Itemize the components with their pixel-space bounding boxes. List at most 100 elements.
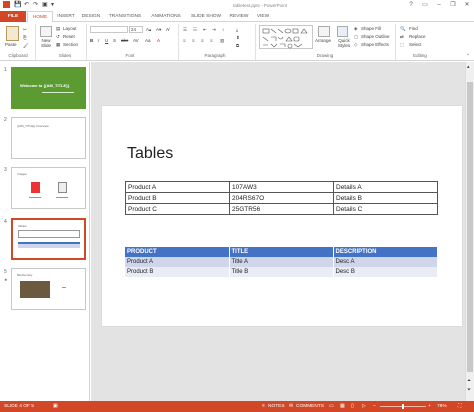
decrease-indent-icon[interactable]: ⇤ xyxy=(203,27,207,33)
thumbnail-slide-1[interactable]: Welcome to {{AM_TITLE}} xyxy=(11,67,86,109)
align-text-icon[interactable]: ⬍ xyxy=(236,35,240,41)
shadow-icon[interactable]: S xyxy=(113,38,116,44)
bullets-icon[interactable]: ☰ xyxy=(183,27,187,33)
tab-insert[interactable]: INSERT xyxy=(55,11,77,22)
replace-icon[interactable]: ⇄ xyxy=(400,34,404,40)
increase-indent-icon[interactable]: ⇥ xyxy=(212,27,216,33)
shapes-gallery[interactable] xyxy=(259,25,313,49)
underline-icon[interactable]: U xyxy=(105,38,108,44)
clear-format-icon[interactable]: A̸ xyxy=(166,27,169,33)
comments-icon[interactable]: ✉ xyxy=(289,401,293,412)
table-cell[interactable]: Product A xyxy=(125,257,230,267)
shape-effects-icon[interactable]: ◇ xyxy=(354,42,357,48)
smartart-icon[interactable]: ⧉ xyxy=(236,43,239,49)
redo-icon[interactable]: ↷ xyxy=(33,1,38,9)
zoom-level[interactable]: 78% xyxy=(437,401,447,412)
details-table[interactable]: Product A 107AW3 Details A Product B 204… xyxy=(125,181,438,215)
paste-icon[interactable] xyxy=(6,26,19,41)
quick-styles-button[interactable]: Quick Styles xyxy=(334,38,354,48)
undo-icon[interactable]: ↶ xyxy=(24,1,29,9)
normal-view-icon[interactable]: ▭ xyxy=(329,401,334,412)
format-painter-icon[interactable]: 🖌 xyxy=(23,43,29,49)
customize-qat-icon[interactable]: ▾ xyxy=(51,1,54,9)
justify-icon[interactable]: ≡ xyxy=(210,38,213,44)
numbering-icon[interactable]: ☷ xyxy=(193,27,197,33)
tab-slide-show[interactable]: SLIDE SHOW xyxy=(187,11,225,22)
reading-view-icon[interactable]: ▯ xyxy=(351,401,354,412)
ribbon-display-button[interactable]: ▭ xyxy=(418,0,432,10)
copy-icon[interactable]: ⎘ xyxy=(23,35,27,41)
minimize-button[interactable]: – xyxy=(432,0,446,10)
tab-transitions[interactable]: TRANSITIONS xyxy=(105,11,145,22)
scrollbar-thumb[interactable] xyxy=(467,82,473,372)
arrange-icon[interactable] xyxy=(318,26,330,37)
reset-button[interactable]: Reset xyxy=(63,34,75,40)
shape-outline-icon[interactable]: ▢ xyxy=(354,34,358,40)
cut-icon[interactable]: ✂ xyxy=(23,27,27,33)
tab-view[interactable]: VIEW xyxy=(253,11,273,22)
collapse-ribbon-icon[interactable]: ⌃ xyxy=(466,53,470,59)
align-left-icon[interactable]: ≡ xyxy=(183,38,186,44)
restore-button[interactable]: ❐ xyxy=(446,0,460,10)
table-header-cell[interactable]: PRODUCT xyxy=(125,247,230,257)
table-cell[interactable]: Product B xyxy=(125,192,230,204)
zoom-out-icon[interactable]: – xyxy=(373,401,376,412)
scroll-up-icon[interactable]: ▴ xyxy=(467,64,470,70)
font-name-dropdown[interactable] xyxy=(90,26,128,33)
section-button[interactable]: Section xyxy=(63,42,78,48)
notes-icon[interactable]: ≡ xyxy=(262,401,265,412)
align-center-icon[interactable]: ≡ xyxy=(192,38,195,44)
change-case-icon[interactable]: Aa xyxy=(145,38,151,44)
slide-sorter-icon[interactable]: ▦ xyxy=(340,401,345,412)
columns-icon[interactable]: ▥ xyxy=(220,38,224,44)
new-slide-icon[interactable] xyxy=(40,26,52,37)
table-cell[interactable]: 25GTR56 xyxy=(229,203,334,215)
tab-review[interactable]: REVIEW xyxy=(227,11,251,22)
table-cell[interactable]: Title B xyxy=(229,267,334,277)
comments-button[interactable]: COMMENTS xyxy=(296,401,324,412)
paste-button[interactable]: Paste xyxy=(5,42,17,48)
new-slide-button[interactable]: New Slide xyxy=(38,38,54,48)
thumbnail-slide-3[interactable]: Images xyxy=(11,167,86,209)
arrange-button[interactable]: Arrange xyxy=(315,38,331,44)
section-icon[interactable]: ▦ xyxy=(56,42,60,48)
slideshow-icon[interactable]: ▷ xyxy=(362,401,366,412)
quick-styles-icon[interactable] xyxy=(337,26,348,37)
table-cell[interactable]: Desc B xyxy=(333,267,438,277)
strikethrough-icon[interactable]: abc xyxy=(121,38,128,44)
table-cell[interactable]: Details A xyxy=(333,181,438,193)
notes-button[interactable]: NOTES xyxy=(268,401,285,412)
font-size-dropdown[interactable]: 24 xyxy=(129,26,143,33)
table-cell[interactable]: Details C xyxy=(333,203,438,215)
thumbnail-slide-4-selected[interactable]: Tables xyxy=(11,218,86,260)
close-button[interactable]: ✕ xyxy=(460,0,474,10)
table-cell[interactable]: Product C xyxy=(125,203,230,215)
font-color-icon[interactable]: A xyxy=(157,38,160,44)
next-slide-icon[interactable]: ⏷ xyxy=(467,387,471,393)
table-cell[interactable]: Title A xyxy=(229,257,334,267)
char-spacing-icon[interactable]: AV xyxy=(133,38,139,44)
table-header-cell[interactable]: TITLE xyxy=(229,247,334,257)
table-cell[interactable]: Product B xyxy=(125,267,230,277)
save-icon[interactable]: 💾 xyxy=(14,1,21,9)
align-right-icon[interactable]: ≡ xyxy=(201,38,204,44)
find-icon[interactable]: 🔍 xyxy=(400,26,406,32)
help-button[interactable]: ? xyxy=(404,0,418,10)
find-button[interactable]: Find xyxy=(409,26,418,32)
table-cell[interactable]: 107AW3 xyxy=(229,181,334,193)
increase-font-icon[interactable]: A▴ xyxy=(146,27,151,33)
select-icon[interactable]: ⬚ xyxy=(400,42,404,48)
thumbnail-slide-5[interactable]: Biodiversity xyxy=(11,268,86,310)
italic-icon[interactable]: I xyxy=(98,38,99,44)
prev-slide-icon[interactable]: ⏶ xyxy=(467,378,471,384)
replace-button[interactable]: Replace xyxy=(409,34,426,40)
table-cell[interactable]: Details B xyxy=(333,192,438,204)
shape-fill-icon[interactable]: ◈ xyxy=(354,26,357,32)
table-cell[interactable]: Desc A xyxy=(333,257,438,267)
layout-button[interactable]: Layout xyxy=(63,26,77,32)
tab-file[interactable]: FILE xyxy=(0,11,26,22)
product-table[interactable]: PRODUCT TITLE DESCRIPTION Product A Titl… xyxy=(125,247,438,277)
tab-animations[interactable]: ANIMATIONS xyxy=(147,11,185,22)
thumbnail-slide-2[interactable]: {{AM_TITLE}} Overview xyxy=(11,117,86,159)
shape-outline-button[interactable]: Shape Outline xyxy=(361,34,390,40)
